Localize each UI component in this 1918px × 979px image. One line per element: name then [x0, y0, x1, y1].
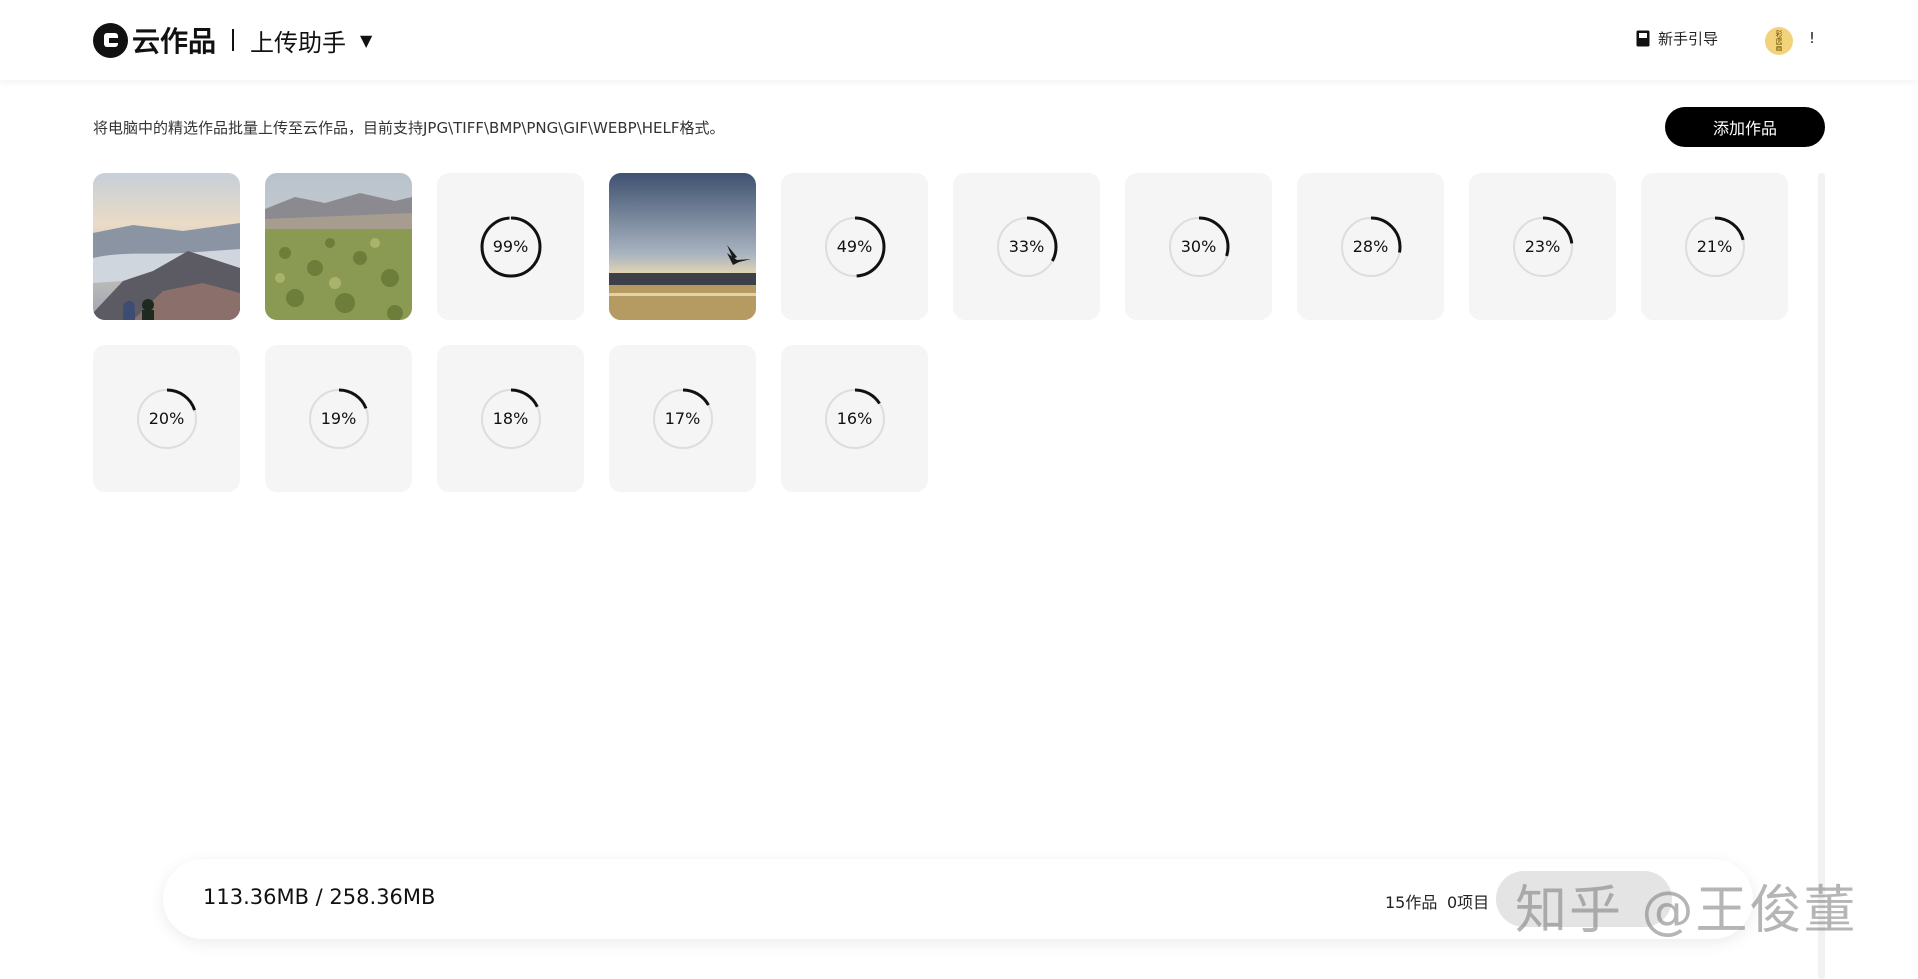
grassland-photo [265, 173, 412, 320]
upload-size: 113.36MB / 258.36MB [203, 885, 436, 909]
progress-percent: 16% [836, 409, 873, 428]
top-header: 云作品 上传助手 ▼ 新手引导 彩 虎 画 ! [0, 0, 1918, 80]
progress-percent: 20% [148, 409, 185, 428]
brand-name: 云作品 [132, 25, 217, 58]
upload-progress-tile[interactable]: 20% [93, 345, 240, 492]
upload-progress-tile[interactable]: 17% [609, 345, 756, 492]
mountain-valley-photo [93, 173, 240, 320]
upload-progress-tile[interactable]: 99% [437, 173, 584, 320]
upload-progress-tile[interactable]: 30% [1125, 173, 1272, 320]
upload-hint: 将电脑中的精选作品批量上传至云作品，目前支持JPG\TIFF\BMP\PNG\G… [93, 119, 725, 137]
notice-indicator[interactable]: ! [1809, 29, 1815, 47]
progress-percent: 18% [492, 409, 529, 428]
progress-percent: 21% [1696, 237, 1733, 256]
progress-percent: 17% [664, 409, 701, 428]
guide-label: 新手引导 [1658, 30, 1719, 48]
upload-progress-tile[interactable]: 49% [781, 173, 928, 320]
upload-progress-tile[interactable]: 28% [1297, 173, 1444, 320]
progress-percent: 99% [492, 237, 529, 256]
watermark: 知乎 @王俊董 [1515, 881, 1858, 941]
add-works-button[interactable]: 添加作品 [1665, 107, 1825, 147]
scrollbar[interactable] [1818, 173, 1825, 979]
works-count: 15作品 [1385, 893, 1438, 912]
upload-progress-tile[interactable]: 19% [265, 345, 412, 492]
items-count: 0项目 [1447, 893, 1490, 912]
upload-progress-tile[interactable]: 18% [437, 345, 584, 492]
brand[interactable]: 云作品 上传助手 ▼ [93, 22, 372, 58]
upload-progress-tile[interactable]: 33% [953, 173, 1100, 320]
uploaded-thumbnail[interactable] [265, 173, 412, 320]
sunset-beach-bird-photo [609, 173, 756, 320]
uploaded-thumbnail[interactable] [93, 173, 240, 320]
chevron-down-icon[interactable]: ▼ [360, 31, 372, 50]
avatar-text: 彩 虎 画 [1775, 29, 1783, 52]
uploaded-thumbnail[interactable] [609, 173, 756, 320]
progress-percent: 19% [320, 409, 357, 428]
progress-percent: 30% [1180, 237, 1217, 256]
avatar[interactable]: 彩 虎 画 [1765, 27, 1793, 55]
book-icon [1636, 30, 1650, 47]
upload-progress-tile[interactable]: 23% [1469, 173, 1616, 320]
logo-icon [93, 22, 128, 58]
brand-divider [232, 29, 235, 51]
guide-link[interactable]: 新手引导 [1636, 28, 1718, 49]
progress-percent: 28% [1352, 237, 1389, 256]
progress-percent: 33% [1008, 237, 1045, 256]
progress-percent: 49% [836, 237, 873, 256]
app-switcher-label[interactable]: 上传助手 [250, 23, 346, 58]
upload-progress-tile[interactable]: 16% [781, 345, 928, 492]
upload-progress-tile[interactable]: 21% [1641, 173, 1788, 320]
progress-percent: 23% [1524, 237, 1561, 256]
